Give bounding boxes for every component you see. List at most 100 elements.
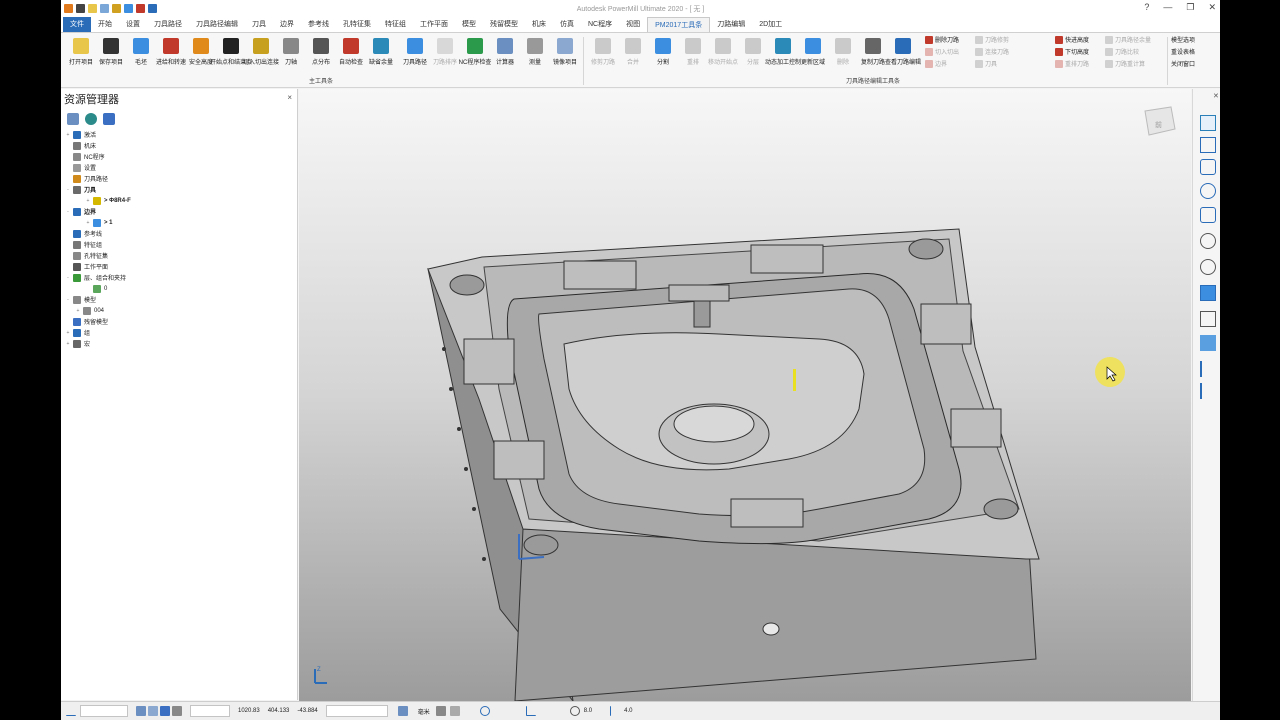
tab-7[interactable]: 参考线 [301, 17, 336, 32]
expand-toggle[interactable]: - [65, 209, 71, 215]
ruler-icon[interactable] [435, 706, 446, 716]
small-ribbon-item[interactable]: 重排刀路 [1055, 59, 1089, 68]
tree-item[interactable]: - 刀具 [65, 184, 297, 195]
delete-icon[interactable] [103, 113, 115, 125]
refresh-icon[interactable] [85, 113, 97, 125]
tree-item[interactable]: + 宏 [65, 338, 297, 349]
tree-item[interactable]: 工作平面 [65, 261, 297, 272]
small-ribbon-item[interactable]: 刀路比较 [1105, 47, 1151, 56]
line-icon[interactable] [66, 706, 76, 716]
graphics-viewport[interactable]: Z 前 [299, 89, 1191, 701]
tree-item[interactable]: 0 [65, 283, 297, 294]
close-icon[interactable]: ✕ [1213, 92, 1219, 100]
tree-item[interactable]: 机床 [65, 140, 297, 151]
block-shade-icon[interactable] [1200, 335, 1216, 351]
expand-toggle[interactable]: + [65, 132, 71, 138]
tree-item[interactable]: NC程序 [65, 151, 297, 162]
tab-1[interactable]: 开始 [91, 17, 119, 32]
pointer-icon[interactable] [1200, 383, 1216, 399]
right-option-item[interactable]: 模型选项 [1171, 35, 1195, 44]
small-ribbon-item[interactable]: 连接刀路 [975, 47, 1009, 56]
tree-item[interactable]: 孔特征集 [65, 250, 297, 261]
tree-item[interactable]: 刀具路径 [65, 173, 297, 184]
axis-icon[interactable] [525, 706, 536, 716]
zoom-box-icon[interactable] [1200, 233, 1216, 249]
snap-grid-icon[interactable] [148, 706, 158, 716]
tab-0[interactable]: 文件 [63, 17, 91, 32]
expand-toggle[interactable]: + [85, 220, 91, 226]
layer-select[interactable] [80, 705, 128, 717]
select-icon[interactable] [1200, 361, 1216, 377]
tab-10[interactable]: 工作平面 [413, 17, 455, 32]
tab-17[interactable]: PM2017工具条 [647, 17, 711, 32]
view-front-icon[interactable] [1200, 137, 1216, 153]
small-ribbon-item[interactable]: 下切高度 [1055, 47, 1089, 56]
view-top-icon[interactable] [1200, 115, 1216, 131]
small-ribbon-item[interactable]: 边界 [925, 59, 959, 68]
small-ribbon-item[interactable]: 刀具路径余量 [1105, 35, 1151, 44]
ribbon-button-16[interactable]: 镜像项目 [547, 35, 583, 66]
small-ribbon-item[interactable]: 刀路重计算 [1105, 59, 1151, 68]
ribbon-button-10[interactable]: 缺省余量 [363, 35, 399, 66]
expand-toggle[interactable]: + [85, 198, 91, 204]
small-ribbon-item[interactable]: 切入切出 [925, 47, 959, 56]
expand-toggle[interactable]: - [65, 297, 71, 303]
tree-item[interactable]: + 激活 [65, 129, 297, 140]
tree-item[interactable]: - 模型 [65, 294, 297, 305]
tab-14[interactable]: 仿真 [553, 17, 581, 32]
tree-item[interactable]: + > 1 [65, 217, 297, 228]
tree-item[interactable]: - 边界 [65, 206, 297, 217]
edit-button-10[interactable]: 查看刀路编辑 [885, 35, 921, 66]
tree-item[interactable]: 参考线 [65, 228, 297, 239]
tree-item[interactable]: 设置 [65, 162, 297, 173]
tree-item[interactable]: - 层、组合和夹持 [65, 272, 297, 283]
tab-4[interactable]: 刀具路径编辑 [189, 17, 245, 32]
small-ribbon-item[interactable]: 快进高度 [1055, 35, 1089, 44]
tree-view-icon[interactable] [67, 113, 79, 125]
expand-toggle[interactable]: + [65, 330, 71, 336]
small-ribbon-item[interactable]: 删除刀路 [925, 35, 959, 44]
tree-item[interactable]: 残留模型 [65, 316, 297, 327]
expand-toggle[interactable]: - [65, 187, 71, 193]
tree-item[interactable]: +004 [65, 305, 297, 316]
angle-icon[interactable] [610, 706, 620, 716]
small-ribbon-item[interactable]: 刀路修剪 [975, 35, 1009, 44]
close-button[interactable]: ✕ [1208, 2, 1216, 13]
help-icon[interactable]: ? [1144, 2, 1149, 13]
tab-6[interactable]: 边界 [273, 17, 301, 32]
tab-16[interactable]: 视图 [619, 17, 647, 32]
workplane-field[interactable] [325, 705, 388, 717]
tab-12[interactable]: 残留模型 [483, 17, 525, 32]
zoom-icon[interactable] [1200, 183, 1216, 199]
expand-toggle[interactable]: - [65, 275, 71, 281]
shaded-icon[interactable] [1200, 285, 1216, 301]
tab-9[interactable]: 特征组 [378, 17, 413, 32]
grid-field[interactable] [190, 705, 230, 717]
tree-item[interactable]: + > Φ8R4-F [65, 195, 297, 206]
snap-point-icon[interactable] [160, 706, 170, 716]
tab-19[interactable]: 2D加工 [752, 17, 789, 32]
diameter-icon[interactable] [569, 706, 580, 716]
small-ribbon-item[interactable]: 刀具 [975, 59, 1009, 68]
right-option-item[interactable]: 重设表格 [1171, 47, 1195, 56]
tab-3[interactable]: 刀具路径 [147, 17, 189, 32]
tolerance-icon[interactable] [449, 706, 460, 716]
right-option-item[interactable]: 关闭窗口 [1171, 59, 1195, 68]
restore-button[interactable]: ❐ [1186, 2, 1194, 13]
snap-icon[interactable] [136, 706, 146, 716]
wireframe-icon[interactable] [1200, 311, 1216, 327]
tab-5[interactable]: 刀具 [245, 17, 273, 32]
tab-13[interactable]: 机床 [525, 17, 553, 32]
minimize-button[interactable]: — [1163, 2, 1172, 13]
tab-8[interactable]: 孔特征集 [336, 17, 378, 32]
expand-toggle[interactable]: + [65, 341, 71, 347]
measure-icon[interactable] [397, 706, 408, 716]
tab-2[interactable]: 设置 [119, 17, 147, 32]
tab-18[interactable]: 刀路编辑 [710, 17, 752, 32]
expand-toggle[interactable]: + [75, 308, 81, 314]
zoom-fit-icon[interactable] [1200, 259, 1216, 275]
close-icon[interactable]: × [287, 93, 292, 102]
snap-edge-icon[interactable] [172, 706, 182, 716]
tab-15[interactable]: NC程序 [581, 17, 619, 32]
zoom-rotate-icon[interactable] [1200, 207, 1216, 223]
